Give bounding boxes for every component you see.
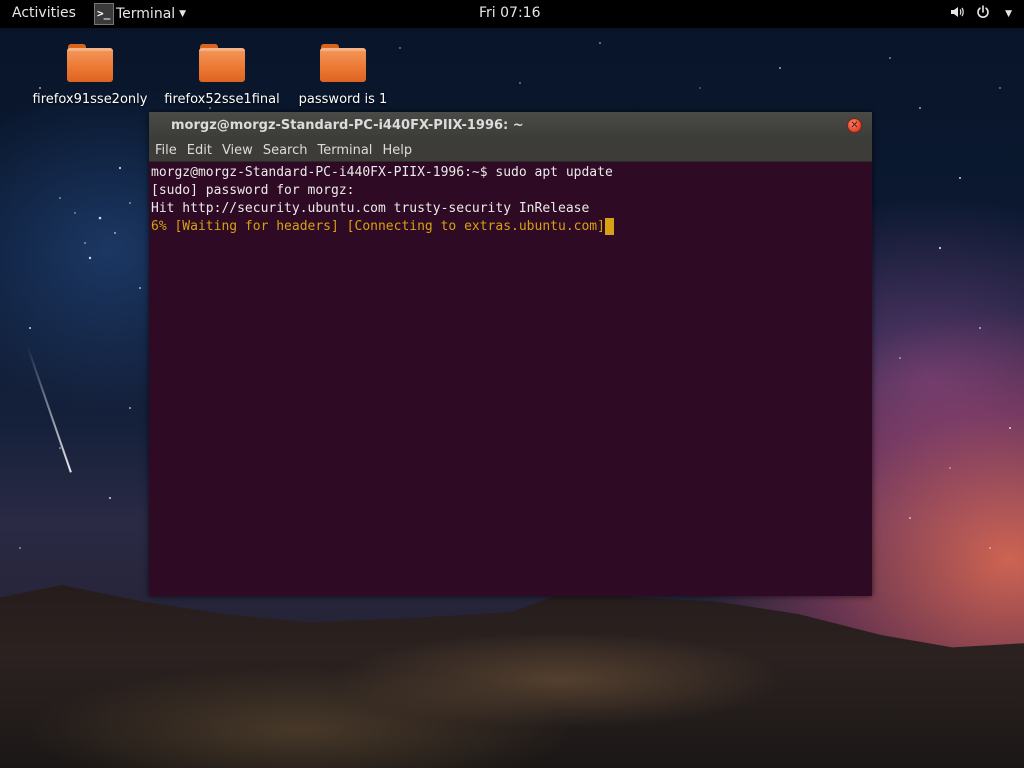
terminal-cursor xyxy=(604,218,614,235)
menu-search[interactable]: Search xyxy=(263,143,308,158)
folder-icon xyxy=(199,44,245,82)
system-status-area[interactable]: ▼ xyxy=(949,4,1012,24)
terminal-line: morgz@morgz-Standard-PC-i440FX-PIIX-1996… xyxy=(151,165,613,180)
clock[interactable]: Fri 07:16 xyxy=(479,5,540,21)
folder-icon xyxy=(320,44,366,82)
menu-help[interactable]: Help xyxy=(382,143,412,158)
close-icon[interactable]: ✕ xyxy=(847,118,862,133)
terminal-progress-line: 6% [Waiting for headers] [Connecting to … xyxy=(151,218,870,236)
top-panel: Activities >_ Terminal ▼ Fri 07:16 ▼ xyxy=(0,0,1024,28)
desktop-folder-password-is-1[interactable]: password is 1 xyxy=(290,44,396,107)
window-title: morgz@morgz-Standard-PC-i440FX-PIIX-1996… xyxy=(171,118,524,133)
chevron-down-icon: ▼ xyxy=(1005,9,1012,19)
folder-icon xyxy=(67,44,113,82)
terminal-icon: >_ xyxy=(94,3,114,25)
menu-terminal[interactable]: Terminal xyxy=(317,143,372,158)
window-titlebar[interactable]: morgz@morgz-Standard-PC-i440FX-PIIX-1996… xyxy=(149,112,872,140)
desktop-folder-firefox91sse2only[interactable]: firefox91sse2only xyxy=(28,44,152,107)
desktop-folder-firefox52sse1final[interactable]: firefox52sse1final xyxy=(158,44,286,107)
desktop-icon-label: firefox52sse1final xyxy=(164,92,280,107)
app-menu-terminal[interactable]: >_ Terminal ▼ xyxy=(94,0,186,28)
app-menu-label: Terminal xyxy=(116,6,176,22)
terminal-window[interactable]: morgz@morgz-Standard-PC-i440FX-PIIX-1996… xyxy=(149,112,872,596)
progress-text: 6% [Waiting for headers] [Connecting to … xyxy=(151,219,605,234)
chevron-down-icon: ▼ xyxy=(179,9,187,19)
menu-view[interactable]: View xyxy=(222,143,253,158)
desktop-icon-label: firefox91sse2only xyxy=(32,92,148,107)
terminal-line: Hit http://security.ubuntu.com trusty-se… xyxy=(151,201,590,216)
terminal-output[interactable]: morgz@morgz-Standard-PC-i440FX-PIIX-1996… xyxy=(149,163,872,596)
window-menubar: File Edit View Search Terminal Help xyxy=(149,140,872,162)
power-icon[interactable] xyxy=(975,4,991,24)
menu-file[interactable]: File xyxy=(155,143,177,158)
menu-edit[interactable]: Edit xyxy=(187,143,212,158)
activities-button[interactable]: Activities xyxy=(12,5,76,21)
desktop-icon-label: password is 1 xyxy=(298,92,388,107)
volume-icon[interactable] xyxy=(949,4,965,24)
terminal-line: [sudo] password for morgz: xyxy=(151,183,355,198)
